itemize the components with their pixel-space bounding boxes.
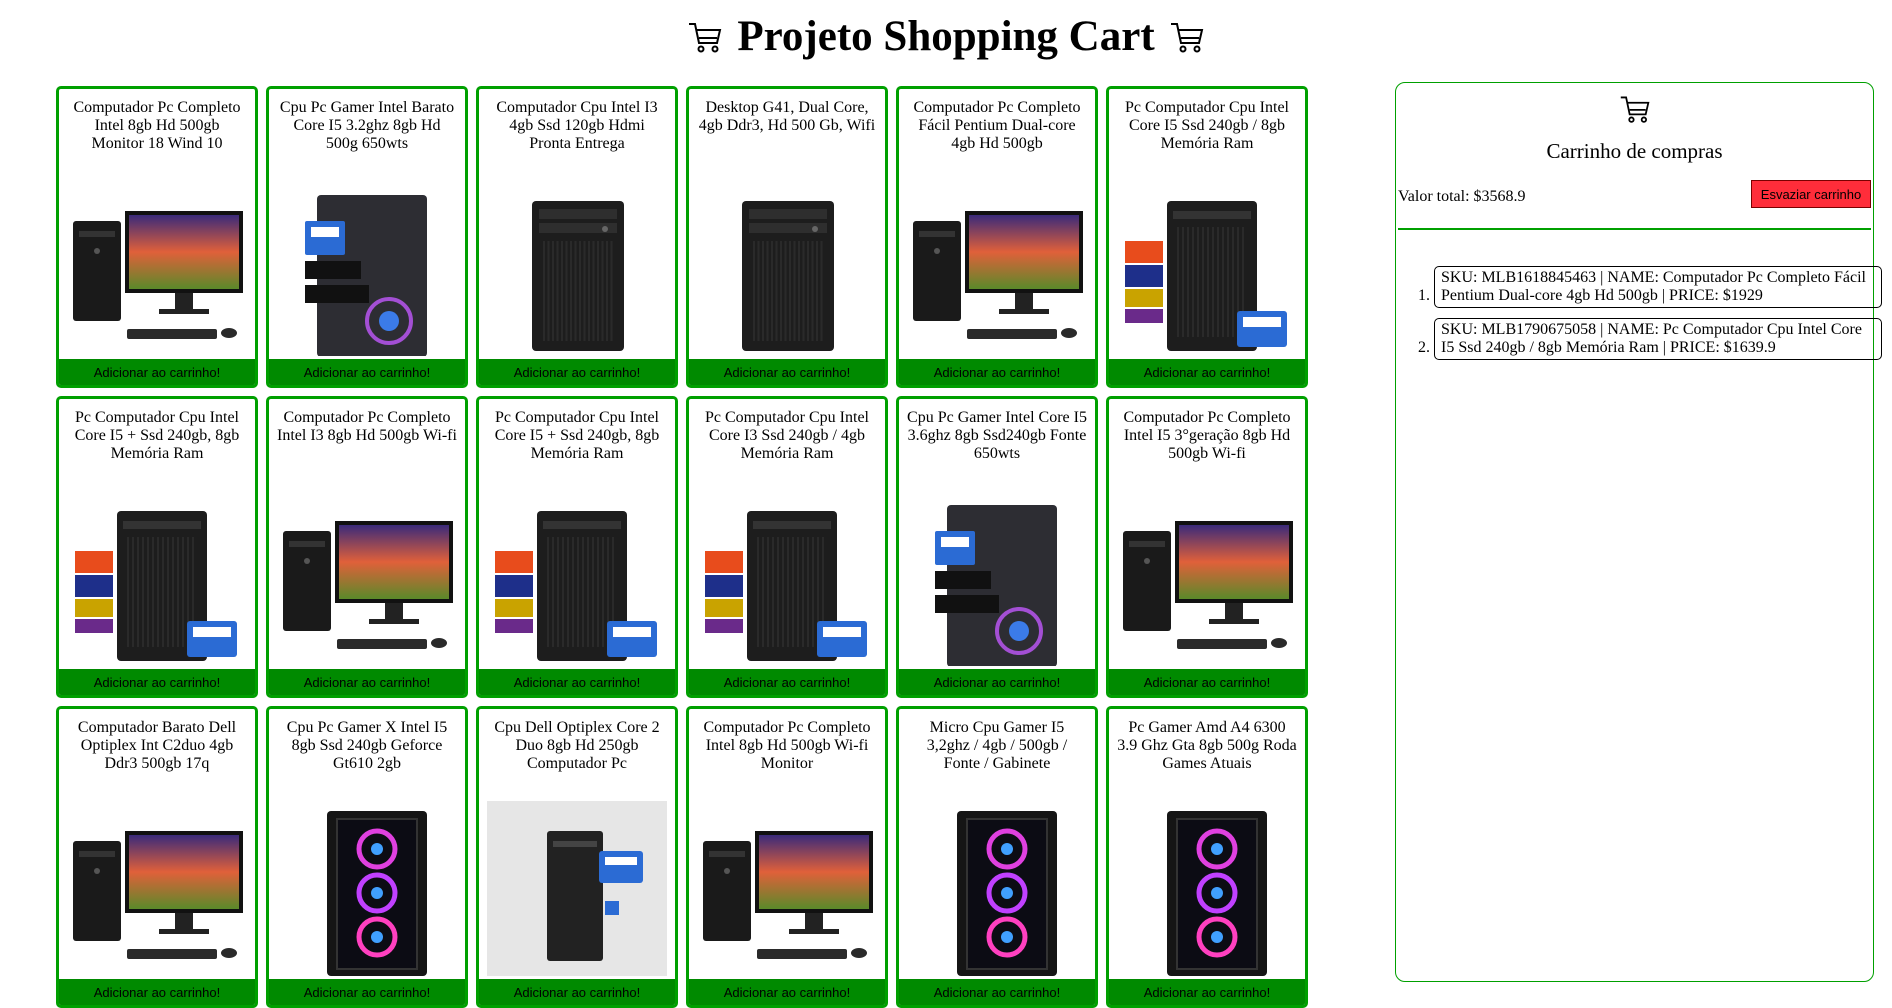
product-title: Computador Cpu Intel I3 4gb Ssd 120gb Hd… <box>496 99 658 152</box>
cart-item-text[interactable]: SKU: MLB1790675058 | NAME: Pc Computador… <box>1434 318 1882 360</box>
product-title: Pc Computador Cpu Intel Core I5 Ssd 240g… <box>1125 99 1289 152</box>
product-card: Pc Computador Cpu Intel Core I5 + Ssd 24… <box>56 396 258 698</box>
add-to-cart-button[interactable]: Adicionar ao carrinho! <box>899 359 1095 385</box>
product-image <box>689 797 885 979</box>
product-card: Cpu Pc Gamer Intel Core I5 3.6ghz 8gb Ss… <box>896 396 1098 698</box>
product-image <box>479 487 675 669</box>
product-title: Computador Pc Completo Intel I3 8gb Hd 5… <box>277 409 457 444</box>
product-image <box>479 797 675 979</box>
add-to-cart-button[interactable]: Adicionar ao carrinho! <box>689 359 885 385</box>
cart-item: SKU: MLB1790675058 | NAME: Pc Computador… <box>1434 318 1882 360</box>
product-title: Pc Computador Cpu Intel Core I3 Ssd 240g… <box>705 409 869 462</box>
product-card: Micro Cpu Gamer I5 3,2ghz / 4gb / 500gb … <box>896 706 1098 1008</box>
product-card: Computador Pc Completo Intel 8gb Hd 500g… <box>686 706 888 1008</box>
cart-item-text[interactable]: SKU: MLB1618845463 | NAME: Computador Pc… <box>1434 266 1882 308</box>
product-image <box>689 487 885 669</box>
product-title: Cpu Pc Gamer Intel Barato Core I5 3.2ghz… <box>279 99 455 152</box>
product-title: Cpu Dell Optiplex Core 2 Duo 8gb Hd 250g… <box>494 719 660 772</box>
product-title: Pc Gamer Amd A4 6300 3.9 Ghz Gta 8gb 500… <box>1117 719 1297 772</box>
cart-icon <box>1169 19 1205 55</box>
product-title: Pc Computador Cpu Intel Core I5 + Ssd 24… <box>494 409 660 462</box>
product-card: Cpu Dell Optiplex Core 2 Duo 8gb Hd 250g… <box>476 706 678 1008</box>
product-image <box>269 797 465 979</box>
product-image <box>689 177 885 359</box>
add-to-cart-button[interactable]: Adicionar ao carrinho! <box>1109 669 1305 695</box>
product-card: Computador Pc Completo Intel 8gb Hd 500g… <box>56 86 258 388</box>
product-image <box>479 177 675 359</box>
add-to-cart-button[interactable]: Adicionar ao carrinho! <box>1109 359 1305 385</box>
cart-icon <box>687 19 723 55</box>
product-image <box>59 487 255 669</box>
cart-items-list: SKU: MLB1618845463 | NAME: Computador Pc… <box>1396 266 1882 360</box>
add-to-cart-button[interactable]: Adicionar ao carrinho! <box>479 979 675 1005</box>
product-card: Computador Pc Completo Intel I3 8gb Hd 5… <box>266 396 468 698</box>
add-to-cart-button[interactable]: Adicionar ao carrinho! <box>269 359 465 385</box>
product-title: Computador Pc Completo Intel 8gb Hd 500g… <box>703 719 871 772</box>
product-card: Pc Computador Cpu Intel Core I5 Ssd 240g… <box>1106 86 1308 388</box>
product-title: Computador Pc Completo Intel 8gb Hd 500g… <box>73 99 241 152</box>
product-card: Cpu Pc Gamer Intel Barato Core I5 3.2ghz… <box>266 86 468 388</box>
product-image <box>899 797 1095 979</box>
product-title: Pc Computador Cpu Intel Core I5 + Ssd 24… <box>74 409 240 462</box>
product-card: Desktop G41, Dual Core, 4gb Ddr3, Hd 500… <box>686 86 888 388</box>
product-image <box>59 177 255 359</box>
add-to-cart-button[interactable]: Adicionar ao carrinho! <box>269 669 465 695</box>
product-list: Computador Pc Completo Intel 8gb Hd 500g… <box>56 86 1308 1008</box>
add-to-cart-button[interactable]: Adicionar ao carrinho! <box>269 979 465 1005</box>
add-to-cart-button[interactable]: Adicionar ao carrinho! <box>59 359 255 385</box>
page-title: Projeto Shopping Cart <box>737 13 1155 60</box>
product-card: Computador Barato Dell Optiplex Int C2du… <box>56 706 258 1008</box>
product-card: Pc Computador Cpu Intel Core I5 + Ssd 24… <box>476 396 678 698</box>
cart-total-row: Valor total: $3568.9 Esvaziar carrinho <box>1398 178 1871 230</box>
product-title: Computador Pc Completo Fácil Pentium Dua… <box>913 99 1081 152</box>
product-title: Cpu Pc Gamer X Intel I5 8gb Ssd 240gb Ge… <box>286 719 448 772</box>
product-image <box>1109 797 1305 979</box>
product-card: Pc Computador Cpu Intel Core I3 Ssd 240g… <box>686 396 888 698</box>
add-to-cart-button[interactable]: Adicionar ao carrinho! <box>689 979 885 1005</box>
product-image <box>269 487 465 669</box>
product-image <box>1109 177 1305 359</box>
page-header: Projeto Shopping Cart <box>0 12 1892 61</box>
product-title: Cpu Pc Gamer Intel Core I5 3.6ghz 8gb Ss… <box>907 409 1087 462</box>
total-price: Valor total: $3568.9 <box>1398 188 1526 205</box>
product-card: Computador Cpu Intel I3 4gb Ssd 120gb Hd… <box>476 86 678 388</box>
cart-item: SKU: MLB1618845463 | NAME: Computador Pc… <box>1434 266 1882 308</box>
add-to-cart-button[interactable]: Adicionar ao carrinho! <box>1109 979 1305 1005</box>
add-to-cart-button[interactable]: Adicionar ao carrinho! <box>59 979 255 1005</box>
add-to-cart-button[interactable]: Adicionar ao carrinho! <box>479 359 675 385</box>
product-card: Pc Gamer Amd A4 6300 3.9 Ghz Gta 8gb 500… <box>1106 706 1308 1008</box>
product-title: Computador Pc Completo Intel I5 3°geraçã… <box>1123 409 1291 462</box>
cart-panel: Carrinho de compras Valor total: $3568.9… <box>1395 82 1882 982</box>
cart-icon <box>1619 93 1651 125</box>
product-title: Desktop G41, Dual Core, 4gb Ddr3, Hd 500… <box>698 99 876 134</box>
product-image <box>899 177 1095 359</box>
product-image <box>899 487 1095 669</box>
product-image <box>59 797 255 979</box>
add-to-cart-button[interactable]: Adicionar ao carrinho! <box>899 669 1095 695</box>
add-to-cart-button[interactable]: Adicionar ao carrinho! <box>59 669 255 695</box>
product-card: Computador Pc Completo Intel I5 3°geraçã… <box>1106 396 1308 698</box>
product-title: Computador Barato Dell Optiplex Int C2du… <box>77 719 237 772</box>
empty-cart-button[interactable]: Esvaziar carrinho <box>1751 180 1871 208</box>
product-card: Computador Pc Completo Fácil Pentium Dua… <box>896 86 1098 388</box>
product-card: Cpu Pc Gamer X Intel I5 8gb Ssd 240gb Ge… <box>266 706 468 1008</box>
add-to-cart-button[interactable]: Adicionar ao carrinho! <box>899 979 1095 1005</box>
add-to-cart-button[interactable]: Adicionar ao carrinho! <box>479 669 675 695</box>
cart-title: Carrinho de compras <box>1546 139 1723 163</box>
add-to-cart-button[interactable]: Adicionar ao carrinho! <box>689 669 885 695</box>
product-image <box>269 177 465 359</box>
product-image <box>1109 487 1305 669</box>
product-title: Micro Cpu Gamer I5 3,2ghz / 4gb / 500gb … <box>926 719 1068 772</box>
